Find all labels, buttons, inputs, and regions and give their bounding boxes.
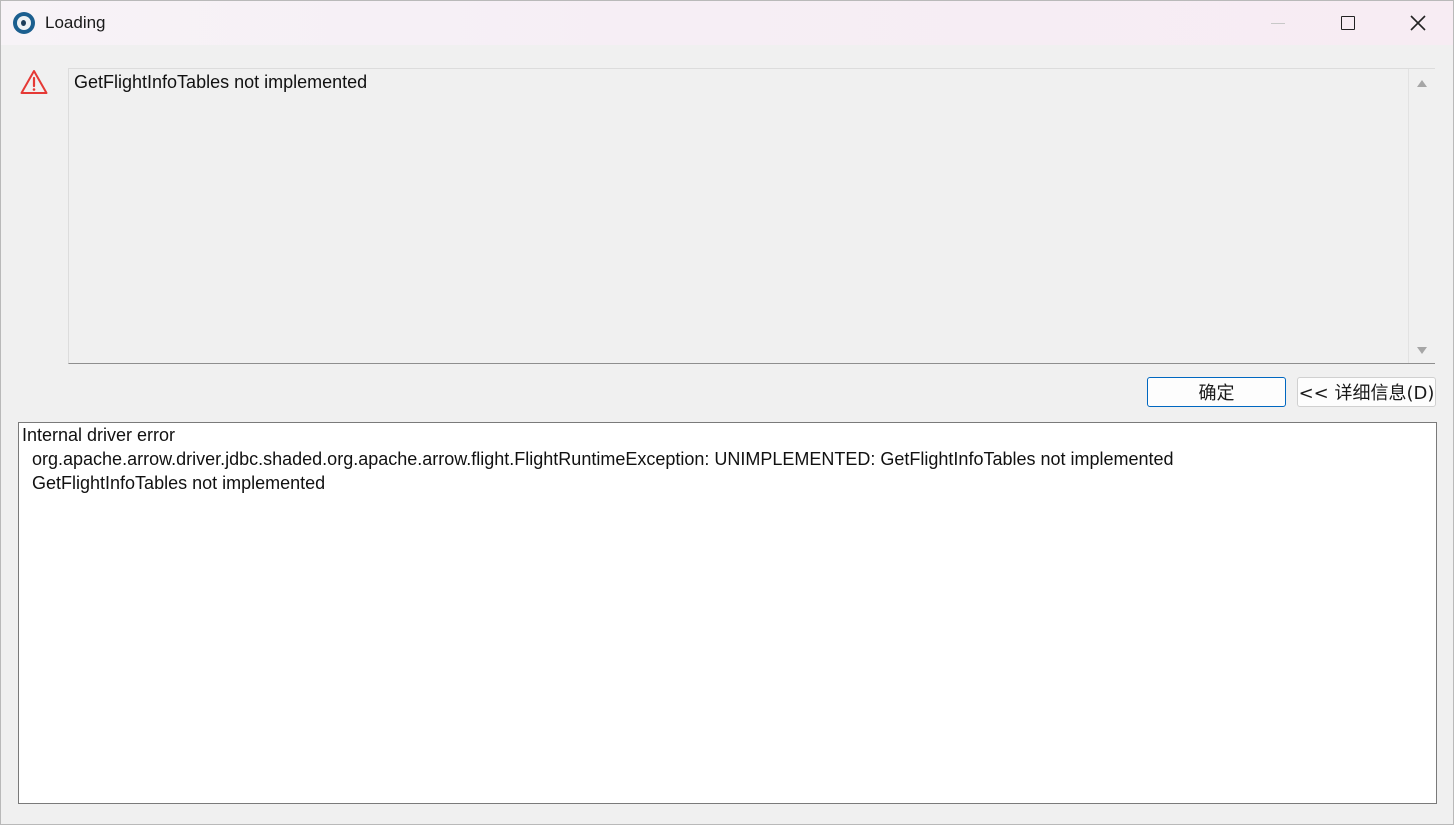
ok-button[interactable]: 确定 — [1147, 377, 1286, 407]
scroll-down-icon[interactable] — [1417, 347, 1427, 354]
window-title: Loading — [45, 13, 106, 32]
message-panel: GetFlightInfoTables not implemented — [68, 68, 1435, 364]
details-line: org.apache.arrow.driver.jdbc.shaded.org.… — [22, 449, 1174, 469]
close-button[interactable] — [1383, 1, 1453, 45]
warning-icon — [20, 70, 48, 94]
app-icon — [13, 12, 35, 34]
message-scrollbar[interactable] — [1408, 69, 1435, 363]
message-text: GetFlightInfoTables not implemented — [74, 72, 368, 92]
maximize-icon — [1341, 16, 1355, 30]
error-dialog: Loading GetFlightInfoTables not implemen… — [0, 0, 1454, 825]
scroll-up-icon[interactable] — [1417, 80, 1427, 87]
details-toggle-button[interactable]: << 详细信息(D) — [1297, 377, 1436, 407]
maximize-button[interactable] — [1313, 1, 1383, 45]
minimize-icon — [1271, 22, 1285, 24]
title-bar[interactable]: Loading — [1, 1, 1453, 45]
details-line: Internal driver error — [22, 425, 176, 445]
minimize-button[interactable] — [1243, 1, 1313, 45]
details-line: GetFlightInfoTables not implemented — [22, 473, 326, 493]
close-icon — [1410, 15, 1426, 31]
details-text-area[interactable]: Internal driver error org.apache.arrow.d… — [18, 422, 1437, 804]
